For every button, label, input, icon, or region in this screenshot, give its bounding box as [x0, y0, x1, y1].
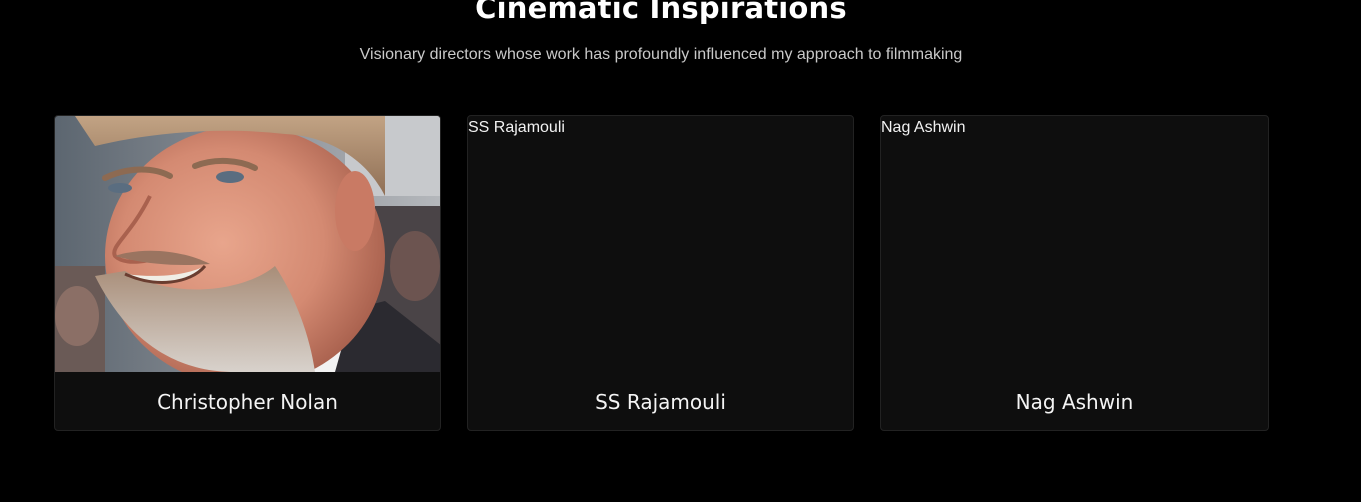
- director-name: Nag Ashwin: [1015, 390, 1134, 414]
- section-title: Cinematic Inspirations: [475, 0, 847, 25]
- director-card-christopher-nolan[interactable]: Christopher Nolan: [54, 115, 441, 431]
- director-photo: SS Rajamouli: [468, 116, 853, 372]
- director-photo: [55, 116, 440, 372]
- section-subtitle: Visionary directors whose work has profo…: [359, 46, 963, 63]
- image-alt-text: SS Rajamouli: [468, 119, 565, 136]
- director-card-nag-ashwin[interactable]: Nag Ashwin Nag Ashwin: [880, 115, 1269, 431]
- image-alt-text: Nag Ashwin: [881, 119, 966, 136]
- broken-image-icon: Nag Ashwin: [881, 119, 966, 137]
- director-name: Christopher Nolan: [157, 390, 338, 414]
- director-card-ss-rajamouli[interactable]: SS Rajamouli SS Rajamouli: [467, 115, 854, 431]
- director-photo: Nag Ashwin: [881, 116, 1268, 372]
- cinematic-inspirations-section: Cinematic Inspirations Visionary directo…: [0, 0, 1361, 502]
- broken-image-icon: SS Rajamouli: [468, 119, 565, 137]
- director-name: SS Rajamouli: [595, 390, 726, 414]
